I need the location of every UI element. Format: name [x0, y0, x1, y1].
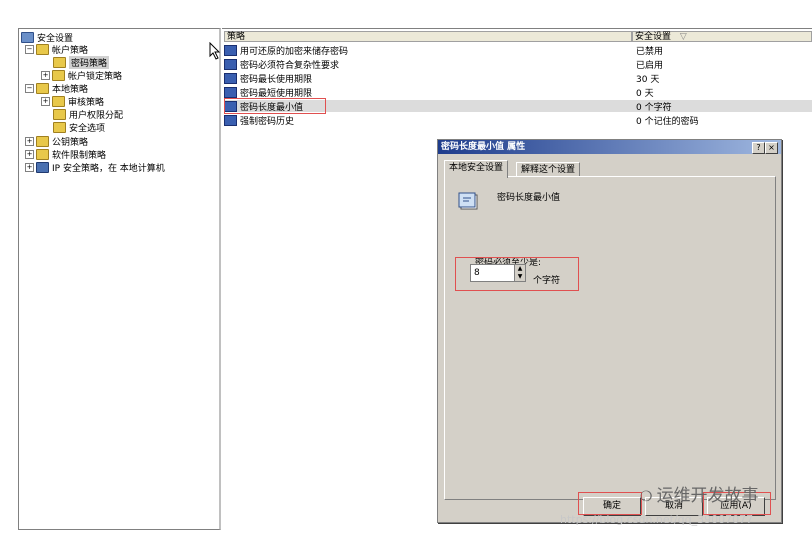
policy-value: 0 个字符: [636, 102, 672, 113]
policy-value: 0 个记住的密码: [636, 116, 699, 127]
column-header-setting[interactable]: 安全设置 ▽: [632, 31, 812, 42]
policy-icon: [224, 58, 237, 70]
expand-icon[interactable]: +: [41, 70, 50, 80]
table-row[interactable]: 密码最长使用期限 30 天: [224, 72, 812, 85]
tree-item-label: IP 安全策略，在 本地计算机: [52, 163, 165, 174]
properties-dialog: 密码长度最小值 属性 ? × 本地安全设置 解释这个设置 密码长度最小值 密码必…: [437, 139, 782, 523]
folder-icon: [36, 82, 49, 94]
tree-item-label: 安全选项: [69, 123, 106, 134]
collapse-icon[interactable]: −: [25, 44, 34, 54]
tree-item-label: 本地策略: [52, 84, 89, 95]
tree-item-user-rights[interactable]: 用户权限分配: [53, 108, 124, 121]
tree-item-label: 用户权限分配: [69, 110, 124, 121]
tree-item-security-options[interactable]: 安全选项: [53, 121, 106, 134]
tree-item-label: 审核策略: [68, 97, 105, 108]
expand-icon[interactable]: +: [25, 162, 34, 172]
column-header-policy[interactable]: 策略: [224, 31, 632, 42]
highlight-box: [455, 257, 579, 291]
watermark: ❍ 运维开发故事: [640, 481, 759, 506]
tree-item-label: 公钥策略: [52, 137, 89, 148]
policy-icon: [458, 192, 478, 210]
folder-icon: [36, 43, 49, 55]
tree-item-account-policies[interactable]: − 帐户策略: [25, 43, 89, 56]
tree-item-lockout-policy[interactable]: + 帐户锁定策略: [41, 69, 123, 82]
policy-value: 已禁用: [636, 46, 664, 57]
policy-icon: [224, 114, 237, 126]
tab-panel: 密码长度最小值 密码必须至少是: 个字符: [444, 176, 776, 500]
expand-icon[interactable]: +: [41, 96, 50, 106]
tree-item-label: 软件限制策略: [52, 150, 107, 161]
tab-local-setting[interactable]: 本地安全设置: [444, 160, 509, 178]
mouse-cursor-icon: [209, 42, 221, 60]
policy-icon: [224, 72, 237, 84]
policy-name: 密码最短使用期限: [240, 88, 313, 99]
policy-tree: 安全设置 − 帐户策略 密码策略 + 帐户锁定策略 − 本地策略 + 审核策略 …: [18, 28, 221, 530]
table-row[interactable]: 强制密码历史 0 个记住的密码: [224, 114, 812, 127]
help-button[interactable]: ?: [752, 142, 765, 154]
tree-item-software-restriction[interactable]: + 软件限制策略: [25, 148, 107, 161]
policy-icon: [224, 44, 237, 56]
tree-item-audit-policy[interactable]: + 审核策略: [41, 95, 105, 108]
policy-name: 密码必须符合复杂性要求: [240, 60, 340, 71]
folder-icon: [52, 69, 65, 81]
tree-item-ip-security[interactable]: + IP 安全策略，在 本地计算机: [25, 161, 165, 174]
security-settings-icon: [21, 31, 34, 43]
policy-name: 密码最长使用期限: [240, 74, 313, 85]
watermark-text: 运维开发故事: [656, 486, 759, 506]
highlight-box: [224, 98, 326, 114]
tree-item-local-policies[interactable]: − 本地策略: [25, 82, 89, 95]
collapse-icon[interactable]: −: [25, 83, 34, 93]
tree-item-password-policy[interactable]: 密码策略: [53, 55, 110, 69]
policy-value: 0 天: [636, 88, 654, 99]
policy-value: 30 天: [636, 74, 660, 85]
tree-root[interactable]: 安全设置: [21, 31, 73, 44]
dialog-title-bar[interactable]: 密码长度最小值 属性: [438, 140, 781, 154]
computer-icon: [36, 161, 49, 173]
folder-icon: [36, 135, 49, 147]
folder-icon: [53, 56, 66, 68]
close-button[interactable]: ×: [765, 142, 778, 154]
tab-explain[interactable]: 解释这个设置: [516, 162, 581, 177]
folder-icon: [53, 121, 66, 133]
tree-item-label: 密码策略: [69, 55, 110, 69]
folder-icon: [53, 108, 66, 120]
expand-icon[interactable]: +: [25, 136, 34, 146]
policy-name: 用可还原的加密来储存密码: [240, 46, 349, 57]
dialog-title: 密码长度最小值 属性: [441, 142, 526, 152]
tree-item-public-key[interactable]: + 公钥策略: [25, 135, 89, 148]
table-row[interactable]: 密码最短使用期限 0 天: [224, 86, 812, 99]
sort-arrow-icon: ▽: [679, 32, 687, 42]
policy-value: 已启用: [636, 60, 664, 71]
folder-icon: [52, 95, 65, 107]
column-header-setting-label: 安全设置: [635, 32, 672, 42]
folder-icon: [36, 148, 49, 160]
table-row[interactable]: 密码必须符合复杂性要求 已启用: [224, 58, 812, 71]
policy-title: 密码长度最小值: [497, 193, 561, 203]
expand-icon[interactable]: +: [25, 149, 34, 159]
policy-icon: [224, 86, 237, 98]
watermark-url: https://blog.csdn.net/qq_39007077: [560, 513, 754, 526]
wechat-icon: ❍: [640, 489, 653, 505]
tree-item-label: 帐户锁定策略: [68, 71, 123, 82]
tree-item-label: 帐户策略: [52, 45, 89, 56]
policy-name: 强制密码历史: [240, 116, 295, 127]
table-row[interactable]: 用可还原的加密来储存密码 已禁用: [224, 44, 812, 57]
highlight-box: [578, 492, 642, 515]
